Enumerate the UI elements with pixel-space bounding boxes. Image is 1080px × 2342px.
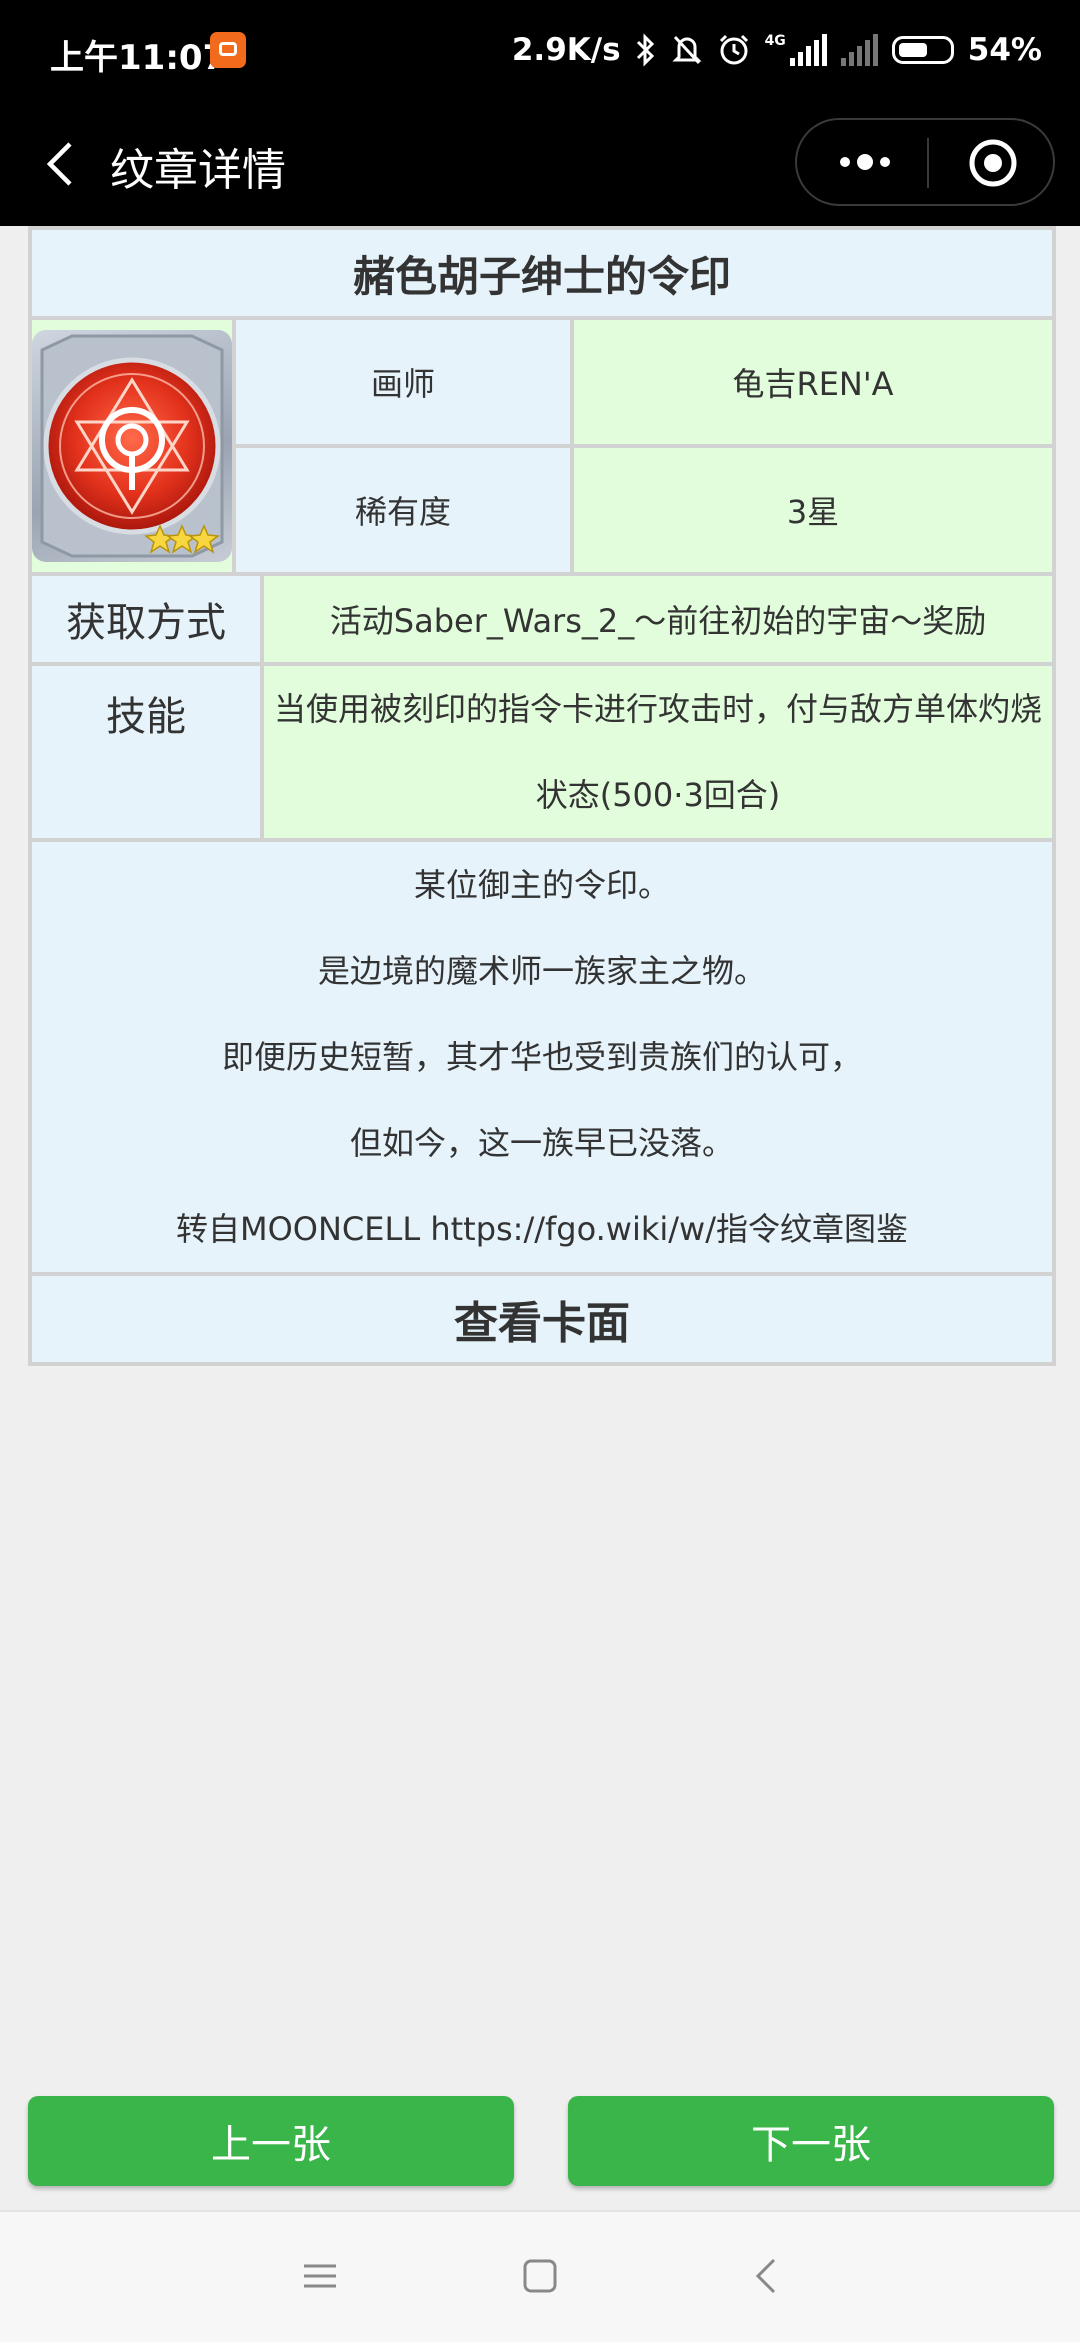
card-image-cell [30, 318, 234, 574]
status-icons: 2.9K/s 4G 54% [512, 28, 1042, 72]
next-card-button[interactable]: 下一张 [568, 2096, 1054, 2186]
alarm-icon [719, 34, 748, 65]
description-line: 是边境的魔术师一族家主之物。 [318, 952, 767, 990]
mini-program-capsule [795, 118, 1055, 206]
app-notification-icon [210, 32, 246, 68]
nav-bar: 纹章详情 [0, 102, 1080, 226]
description-line: 某位御主的令印。 [414, 866, 671, 904]
close-mini-program-icon[interactable] [967, 137, 1019, 189]
capsule-divider [927, 138, 929, 188]
status-bar: 上午11:07 2.9K/s 4G 54% [0, 0, 1080, 102]
illustrator-label: 画师 [234, 318, 572, 446]
battery-level: 54% [967, 32, 1042, 68]
illustrator-value: 龟吉REN'A [572, 318, 1055, 446]
system-nav-bar [0, 2210, 1080, 2342]
rarity-value: 3星 [572, 446, 1055, 574]
mute-bell-icon [671, 35, 702, 65]
skill-line-1: 当使用被刻印的指令卡进行攻击时，付与敌方单体灼烧 [274, 690, 1043, 728]
back-arrow-icon[interactable] [42, 140, 82, 188]
status-time: 上午11:07 [50, 38, 227, 78]
signal-icon-2 [840, 34, 878, 66]
skill-label: 技能 [30, 664, 262, 840]
net-speed: 2.9K/s [511, 32, 621, 68]
signal-icon-1 [789, 34, 827, 66]
bluetooth-icon [636, 33, 654, 67]
card-detail: 赭色胡子绅士的令印 画师 龟吉REN'A 稀有度 3星 获取方式 活动Saber… [28, 226, 1057, 1366]
skill-line-2: 状态(500·3回合) [535, 776, 781, 814]
system-back-icon[interactable] [748, 2256, 788, 2296]
page-title: 纹章详情 [110, 145, 286, 196]
command-seal-icon [40, 334, 224, 558]
description-line: 即便历史短暂，其才华也受到贵族们的认可， [222, 1038, 863, 1076]
view-card-face-button[interactable]: 查看卡面 [30, 1274, 1055, 1364]
acquire-value: 活动Saber_Wars_2_～前往初始的宇宙～奖励 [262, 574, 1055, 664]
description-line: 但如今，这一族早已没落。 [350, 1124, 735, 1162]
more-options-icon[interactable] [837, 150, 893, 174]
acquire-label: 获取方式 [30, 574, 262, 664]
home-icon[interactable] [520, 2256, 560, 2296]
card-image[interactable] [32, 330, 232, 562]
menu-icon[interactable] [300, 2256, 340, 2296]
card-info-table: 赭色胡子绅士的令印 画师 龟吉REN'A 稀有度 3星 获取方式 活动Saber… [28, 226, 1057, 1366]
network-type: 4G [764, 33, 786, 49]
description-source: 转自MOONCELL https://fgo.wiki/w/指令纹章图鉴 [176, 1210, 909, 1248]
battery-icon [891, 36, 954, 64]
rarity-label: 稀有度 [234, 446, 572, 574]
prev-card-button[interactable]: 上一张 [28, 2096, 514, 2186]
skill-value: 当使用被刻印的指令卡进行攻击时，付与敌方单体灼烧 状态(500·3回合) [262, 664, 1055, 840]
card-name: 赭色胡子绅士的令印 [30, 228, 1055, 318]
description: 某位御主的令印。 是边境的魔术师一族家主之物。 即便历史短暂，其才华也受到贵族们… [30, 840, 1055, 1274]
